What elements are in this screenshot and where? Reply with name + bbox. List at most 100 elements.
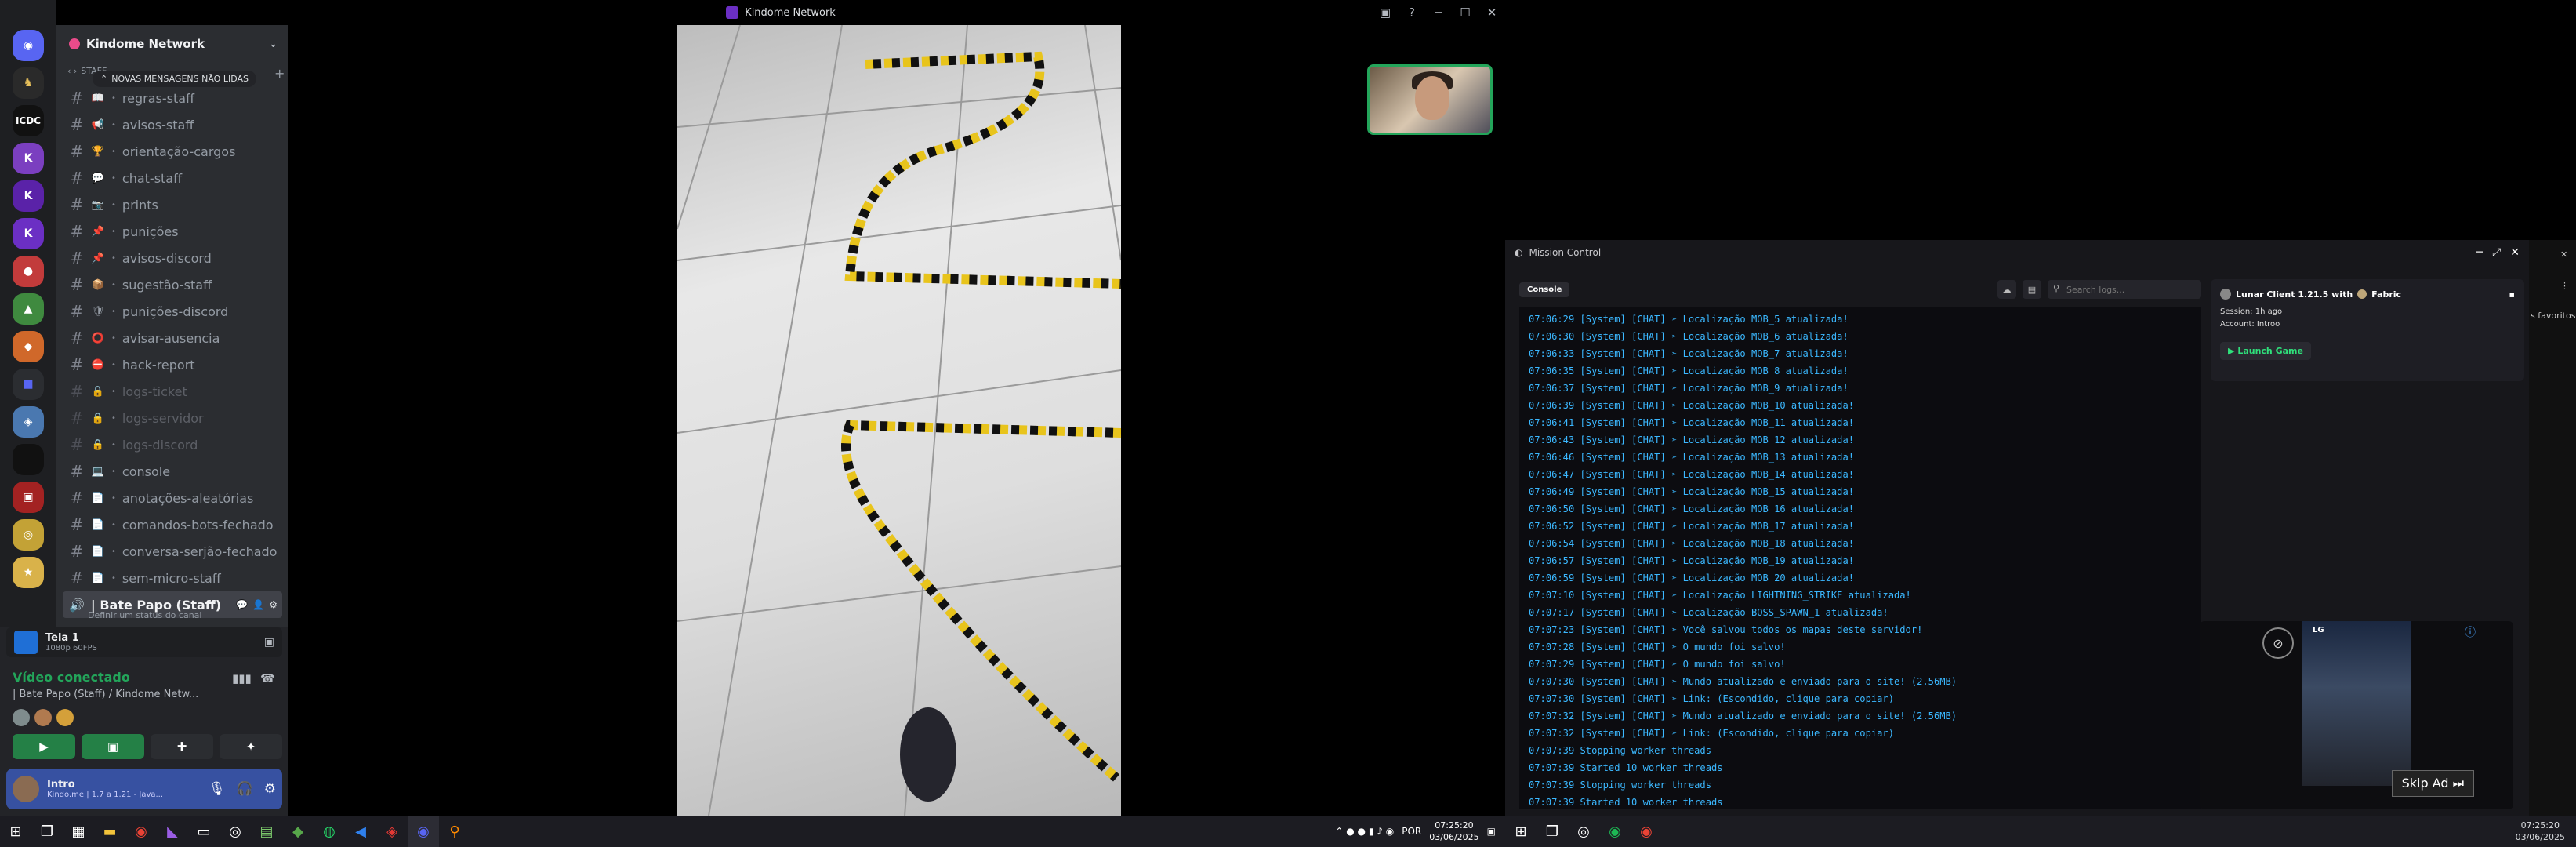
channel-item[interactable]: # 📦 • sugestão-staff	[56, 271, 288, 298]
avatar[interactable]	[13, 709, 30, 726]
chat-icon[interactable]: 💬	[236, 599, 248, 610]
microphone-icon[interactable]: 🎙	[209, 781, 226, 797]
close-button[interactable]: ✕	[2510, 246, 2520, 259]
maximize-button[interactable]: ⤢	[2492, 246, 2501, 259]
console-log[interactable]: 07:06:29 [System] [CHAT] ➣ Localização M…	[1519, 307, 2201, 809]
channel-item[interactable]: # 📢 • avisos-staff	[56, 111, 288, 138]
file-explorer-icon[interactable]: ▬	[94, 816, 125, 847]
notepad-icon[interactable]: ▤	[251, 816, 282, 847]
popout-icon[interactable]: ▣	[264, 636, 274, 649]
avatar[interactable]	[56, 709, 74, 726]
activities-button[interactable]: ✚	[151, 734, 213, 759]
signal-icon[interactable]: ▮▮▮	[232, 671, 252, 685]
channel-item[interactable]: # 📄 • conversa-serjão-fechado	[56, 538, 288, 565]
stream-preview[interactable]: Tela 1 1080p 60FPS ▣	[6, 627, 282, 657]
chrome-icon[interactable]: ◉	[1631, 816, 1662, 847]
server-icon[interactable]: ★	[13, 557, 44, 588]
widgets-icon[interactable]: ▦	[63, 816, 94, 847]
discord-taskbar-icon[interactable]: ◉	[408, 816, 439, 847]
pin-icon[interactable]: ▪	[2509, 289, 2515, 300]
guild-header[interactable]: Kindome Network ⌄	[56, 25, 288, 63]
server-icon[interactable]: ◆	[13, 331, 44, 362]
add-member-icon[interactable]: 👤	[252, 599, 264, 610]
upload-icon[interactable]: ☁	[1997, 280, 2016, 299]
stream-video[interactable]	[677, 25, 1121, 816]
server-icon[interactable]: K	[13, 143, 44, 174]
chevron-down-icon[interactable]: ⌄	[269, 38, 278, 50]
new-messages-banner[interactable]: ⌃ NOVAS MENSAGENS NÃO LIDAS	[93, 71, 256, 87]
gear-icon[interactable]: ⚙	[269, 599, 278, 610]
avatar[interactable]	[13, 776, 39, 802]
favorites-label[interactable]: s favoritos	[2531, 311, 2575, 321]
launch-game-button[interactable]: ▶ Launch Game	[2220, 342, 2311, 360]
whatsapp-icon[interactable]: ◍	[314, 816, 345, 847]
terminal-icon[interactable]: ▭	[188, 816, 220, 847]
avatar[interactable]	[34, 709, 52, 726]
webcam-video[interactable]	[1367, 64, 1493, 135]
game-icon[interactable]: ◈	[376, 816, 408, 847]
folder-icon[interactable]: ■	[13, 369, 44, 400]
minimize-button[interactable]: ─	[1425, 0, 1452, 25]
voice-channel-name[interactable]: | Bate Papo (Staff) / Kindome Netw...	[13, 689, 224, 700]
server-icon[interactable]: ◈	[13, 406, 44, 438]
info-icon[interactable]: ⓘ	[2465, 624, 2476, 640]
channel-item[interactable]: # 💬 • chat-staff	[56, 165, 288, 191]
search-logs-input[interactable]	[2048, 280, 2201, 299]
chrome-icon[interactable]: ◉	[125, 816, 157, 847]
disconnect-icon[interactable]: ☎	[260, 671, 275, 685]
spotify-icon[interactable]: ◉	[1599, 816, 1631, 847]
server-icon[interactable]: K	[13, 180, 44, 212]
tray-icons[interactable]: ⌃ ● ● ▮ ♪ ◉	[1335, 826, 1394, 837]
share-screen-button[interactable]: ▣	[82, 734, 144, 759]
channel-item[interactable]: # 📖 • regras-staff	[56, 85, 288, 111]
server-icon[interactable]: ▲	[13, 293, 44, 325]
headphones-icon[interactable]: 🎧	[237, 781, 253, 797]
inbox-icon[interactable]: ▣	[1372, 0, 1399, 25]
task-view-icon[interactable]: ❐	[1537, 816, 1568, 847]
server-icon[interactable]	[13, 444, 44, 475]
user-info[interactable]: Intro Kindo.me | 1.7 a 1.21 - Java...	[47, 779, 163, 799]
windows-start-icon[interactable]: ⊞	[0, 816, 31, 847]
obs-icon[interactable]: ◎	[220, 816, 251, 847]
channel-item[interactable]: # 🛡 • punições-discord	[56, 298, 288, 325]
server-icon[interactable]: ♞	[13, 67, 44, 99]
soundboard-button[interactable]: ✦	[220, 734, 282, 759]
channel-item[interactable]: # 🔒 • logs-servidor	[56, 405, 288, 431]
windows-start-icon[interactable]: ⊞	[1505, 816, 1537, 847]
discord-home-icon[interactable]: ◉	[13, 30, 44, 61]
channel-item[interactable]: # 📄 • comandos-bots-fechado	[56, 511, 288, 538]
server-icon[interactable]: ICDC	[13, 105, 44, 136]
add-channel-icon[interactable]: +	[274, 66, 285, 81]
channel-item[interactable]: # ⭕ • avisar-ausencia	[56, 325, 288, 351]
obs-icon[interactable]: ◎	[1568, 816, 1599, 847]
channel-item[interactable]: # 📌 • avisos-discord	[56, 245, 288, 271]
gear-icon[interactable]: ⚙	[264, 781, 276, 797]
maximize-button[interactable]: ☐	[1452, 0, 1478, 25]
mute-icon[interactable]: ⊘	[2262, 627, 2294, 659]
task-view-icon[interactable]: ❐	[31, 816, 63, 847]
notification-icon[interactable]: ▣	[1487, 826, 1496, 837]
channel-item[interactable]: # 📄 • anotações-aleatórias	[56, 485, 288, 511]
language-indicator[interactable]: POR	[1402, 826, 1421, 837]
channel-item[interactable]: # 🔒 • logs-ticket	[56, 378, 288, 405]
tab-console[interactable]: Console	[1519, 282, 1570, 297]
server-icon[interactable]: ▣	[13, 482, 44, 513]
folder-icon[interactable]: ▤	[2023, 280, 2041, 299]
skip-ad-button[interactable]: Skip Ad ⏭	[2391, 770, 2474, 797]
server-icon[interactable]: ●	[13, 256, 44, 287]
voice-channel-status[interactable]: Definir um status do canal	[88, 610, 201, 620]
close-icon[interactable]: ✕	[2560, 249, 2567, 260]
visual-studio-icon[interactable]: ◣	[157, 816, 188, 847]
channel-item[interactable]: # 📷 • prints	[56, 191, 288, 218]
channel-item[interactable]: # 📄 • sem-micro-staff	[56, 565, 288, 591]
clock[interactable]: 07:25:20 03/06/2025	[1429, 820, 1478, 843]
channel-item[interactable]: # 💻 • console	[56, 458, 288, 485]
server-icon[interactable]: K	[13, 218, 44, 249]
clock[interactable]: 07:25:20 03/06/2025	[2516, 820, 2565, 843]
server-icon[interactable]: ◎	[13, 519, 44, 551]
camera-button[interactable]: ▶	[13, 734, 75, 759]
channel-item[interactable]: # 🏆 • orientação-cargos	[56, 138, 288, 165]
help-icon[interactable]: ?	[1399, 0, 1425, 25]
vscode-icon[interactable]: ◀	[345, 816, 376, 847]
channel-item[interactable]: # 📌 • punições	[56, 218, 288, 245]
